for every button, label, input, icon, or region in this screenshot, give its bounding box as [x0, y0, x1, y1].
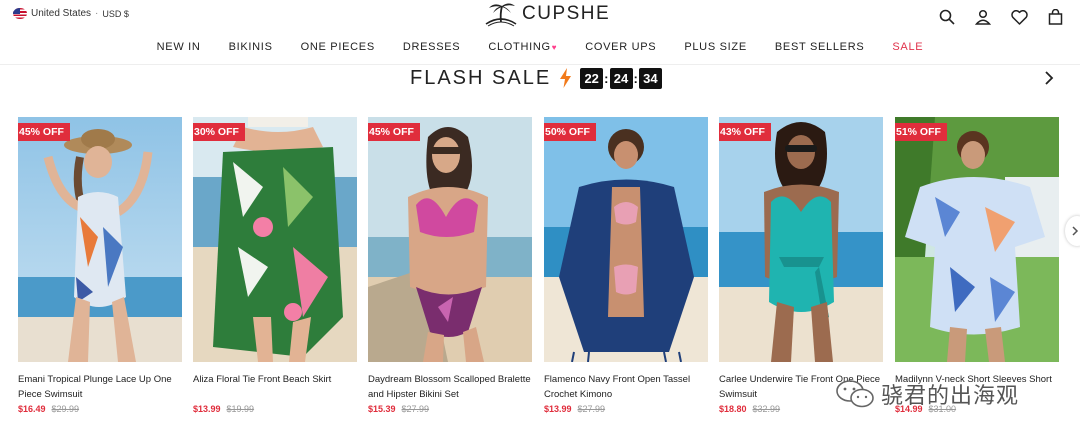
- wishlist-icon[interactable]: [1008, 6, 1030, 28]
- flash-sale-next-icon[interactable]: [1041, 68, 1057, 88]
- product-name[interactable]: Daydream Blossom Scalloped Bralette and …: [368, 372, 532, 402]
- locale-selector[interactable]: United States · USD $: [13, 8, 129, 19]
- product-image[interactable]: 51% OFF: [895, 117, 1059, 362]
- product-name[interactable]: Flamenco Navy Front Open Tassel Crochet …: [544, 372, 708, 402]
- locale-separator: ·: [95, 8, 99, 19]
- nav-item-clothing[interactable]: CLOTHING♥: [474, 38, 571, 58]
- product-card[interactable]: 45% OFF Emani Tropical Plunge Lace Up On…: [18, 117, 182, 443]
- us-flag-icon: [13, 8, 27, 19]
- brand-name: CUPSHE: [522, 3, 611, 24]
- original-price: $19.99: [226, 404, 255, 414]
- timer-seconds: 34: [638, 67, 662, 89]
- watermark-text: 骁君的出海观: [881, 384, 1020, 409]
- product-image[interactable]: 50% OFF: [544, 117, 708, 362]
- wechat-icon: [836, 380, 874, 408]
- account-icon[interactable]: [972, 6, 994, 28]
- product-photo: [544, 117, 708, 362]
- brand-logo[interactable]: CUPSHE: [484, 0, 610, 28]
- product-photo: [719, 117, 883, 362]
- timer-colon: :: [604, 70, 609, 86]
- product-price: $13.99 $19.99: [193, 404, 254, 414]
- nav-item-one-pieces[interactable]: ONE PIECES: [287, 38, 389, 58]
- sale-price: $13.99: [193, 404, 221, 414]
- locale-currency: USD $: [102, 8, 129, 19]
- search-icon[interactable]: [936, 6, 958, 28]
- discount-badge: 45% OFF: [368, 123, 420, 141]
- nav-item-sale[interactable]: SALE: [878, 38, 937, 58]
- product-card[interactable]: 45% OFF Daydream Blossom Scalloped Brale…: [368, 117, 532, 443]
- palm-tree-logo-icon: [485, 3, 517, 27]
- discount-badge: 45% OFF: [18, 123, 70, 141]
- heart-icon: ♥: [551, 43, 558, 52]
- discount-badge: 30% OFF: [193, 123, 245, 141]
- lightning-bolt-icon: [560, 68, 572, 88]
- nav-item-new-in[interactable]: NEW IN: [143, 38, 215, 58]
- original-price: $27.99: [577, 404, 606, 414]
- sale-price: $18.80: [719, 404, 747, 414]
- product-photo: [895, 117, 1059, 362]
- product-card[interactable]: 50% OFF Flamenco Navy Front Open Tassel …: [544, 117, 708, 443]
- product-name[interactable]: Emani Tropical Plunge Lace Up One Piece …: [18, 372, 182, 402]
- nav-item-dresses[interactable]: DRESSES: [389, 38, 474, 58]
- nav-item-cover-ups[interactable]: COVER UPS: [571, 38, 670, 58]
- nav-item-plus-size[interactable]: PLUS SIZE: [670, 38, 761, 58]
- locale-country: United States: [31, 8, 92, 19]
- countdown-timer: 22 : 24 : 34: [580, 67, 662, 89]
- original-price: $32.99: [752, 404, 781, 414]
- product-image[interactable]: 45% OFF: [18, 117, 182, 362]
- nav-item-bikinis[interactable]: BIKINIS: [215, 38, 287, 58]
- header-divider: [0, 64, 1080, 65]
- product-name[interactable]: Aliza Floral Tie Front Beach Skirt: [193, 372, 357, 387]
- timer-minutes: 24: [609, 67, 633, 89]
- flash-sale-title: FLASH SALE: [410, 66, 552, 89]
- product-price: $16.49 $29.99: [18, 404, 79, 414]
- discount-badge: 51% OFF: [895, 123, 947, 141]
- product-photo: [193, 117, 357, 362]
- sale-price: $15.39: [368, 404, 396, 414]
- sale-price: $16.49: [18, 404, 46, 414]
- timer-hours: 22: [580, 67, 604, 89]
- product-photo: [18, 117, 182, 362]
- product-image[interactable]: 43% OFF: [719, 117, 883, 362]
- discount-badge: 43% OFF: [719, 123, 771, 141]
- nav-item-clothing-label: CLOTHING: [488, 41, 551, 53]
- timer-colon: :: [633, 70, 638, 86]
- product-card[interactable]: 30% OFF Aliza Floral Tie Front Beach Ski…: [193, 117, 357, 443]
- main-nav: NEW IN BIKINIS ONE PIECES DRESSES CLOTHI…: [0, 38, 1080, 58]
- product-price: $18.80 $32.99: [719, 404, 780, 414]
- product-image[interactable]: 45% OFF: [368, 117, 532, 362]
- watermark: 骁君的出海观: [835, 378, 1019, 410]
- product-price: $15.39 $27.99: [368, 404, 429, 414]
- nav-item-best-sellers[interactable]: BEST SELLERS: [761, 38, 879, 58]
- top-bar: United States · USD $ CUPSHE: [0, 0, 1080, 34]
- product-photo: [368, 117, 532, 362]
- sale-price: $13.99: [544, 404, 572, 414]
- bag-icon[interactable]: [1044, 6, 1066, 28]
- product-price: $13.99 $27.99: [544, 404, 605, 414]
- original-price: $29.99: [51, 404, 80, 414]
- discount-badge: 50% OFF: [544, 123, 596, 141]
- header-icons: [936, 6, 1066, 28]
- product-image[interactable]: 30% OFF: [193, 117, 357, 362]
- flash-sale-header: FLASH SALE 22 : 24 : 34: [410, 66, 662, 90]
- original-price: $27.99: [401, 404, 430, 414]
